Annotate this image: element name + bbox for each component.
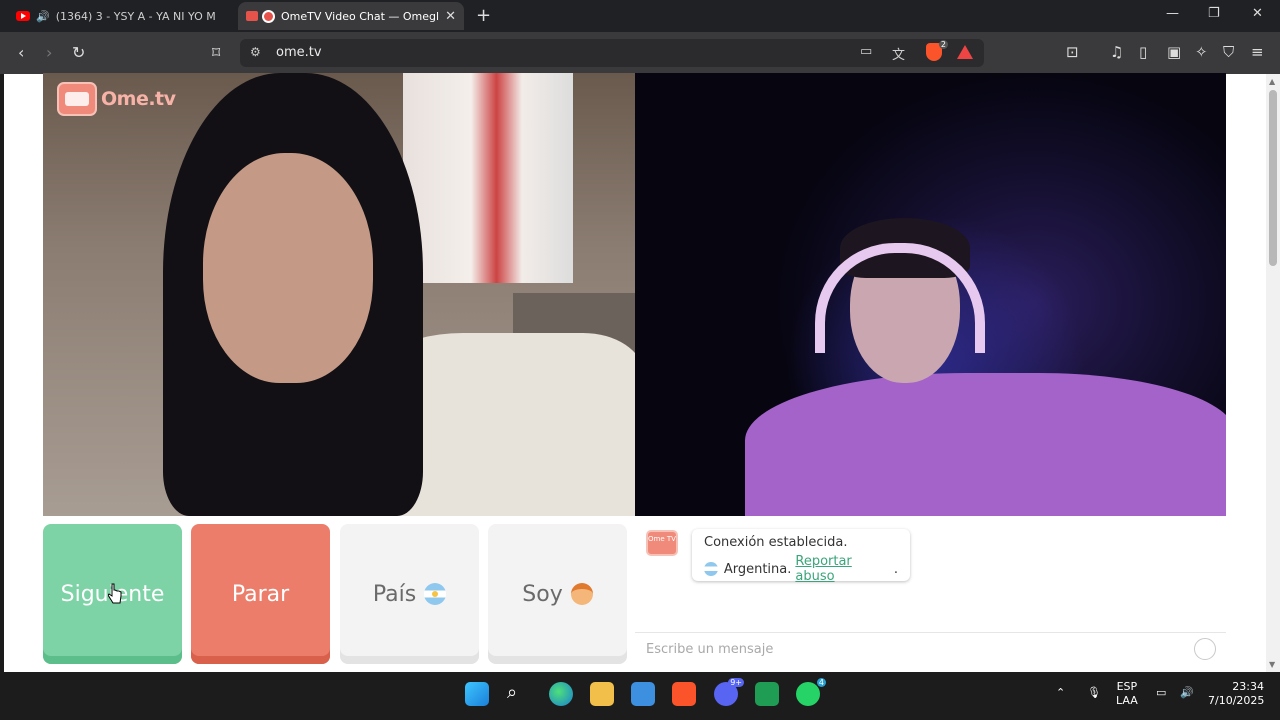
back-button[interactable]: ‹ [18, 43, 24, 62]
browser-tab-strip: 🔊 (1364) 3 - YSY A - YA NI YO ME E OmeTV… [0, 0, 1280, 32]
url-text[interactable]: ome.tv [276, 45, 322, 60]
boy-avatar-icon [570, 583, 593, 605]
scrollbar-thumb[interactable] [1269, 90, 1277, 266]
wallet-icon[interactable]: ▣ [1167, 43, 1181, 61]
argentina-flag-icon [704, 562, 718, 576]
youtube-icon [16, 11, 30, 21]
media-icon[interactable]: ♫ [1110, 43, 1123, 61]
ometv-favicon [246, 11, 258, 21]
gender-button-label: Soy [522, 581, 563, 607]
gender-button[interactable]: Soy [488, 524, 627, 664]
cast-icon[interactable]: ▭ [860, 44, 872, 59]
screenshot-icon[interactable]: ⊡ [1066, 43, 1079, 61]
message-placeholder: Escribe un mensaje [646, 642, 774, 657]
reload-button[interactable]: ↻ [72, 43, 85, 62]
report-abuse-link[interactable]: Reportar abuso [795, 554, 893, 584]
country-button-label: País [372, 581, 417, 607]
bookmark-icon[interactable]: ⌑ [212, 43, 220, 62]
start-icon[interactable] [465, 682, 489, 706]
new-tab-button[interactable]: + [476, 5, 491, 26]
connection-message: Conexión establecida. [704, 535, 848, 550]
close-window-button[interactable]: ✕ [1252, 6, 1263, 21]
country-text: Argentina. [723, 561, 792, 577]
android-icon[interactable] [755, 682, 779, 706]
tv-logo-icon [57, 82, 97, 116]
ometv-logo: Ome.tv [57, 82, 176, 116]
stop-button-label: Parar [231, 581, 290, 607]
sidebar-icon[interactable]: ▯ [1139, 43, 1147, 61]
tab-title: (1364) 3 - YSY A - YA NI YO ME E [55, 9, 216, 23]
navigation-bar: ‹ › ↻ ⌑ ⚙ ome.tv ▭ 文 2 ⊡ ♫ ▯ ▣ ✧ ⛉ ≡ [0, 32, 1280, 74]
menu-icon[interactable]: ≡ [1251, 43, 1264, 61]
edge-icon[interactable] [549, 682, 573, 706]
minimize-button[interactable]: — [1166, 6, 1179, 21]
windows-taskbar: ⌕ 9+ 4 ⌃ 🎙 ESP LAA ▭ 🔊 23:34 7/10/2025 [0, 672, 1280, 720]
address-bar[interactable]: ⚙ ome.tv ▭ 文 2 [240, 39, 984, 67]
mouse-cursor-icon [108, 583, 122, 604]
local-video [635, 73, 1226, 516]
language-indicator[interactable]: ESP LAA [1116, 680, 1138, 708]
speaker-icon[interactable]: 🔊 [36, 10, 50, 23]
site-settings-icon[interactable]: ⚙ [250, 45, 261, 59]
restore-button[interactable]: ❐ [1208, 6, 1220, 21]
leo-ai-icon[interactable]: ✧ [1195, 43, 1208, 61]
close-tab-icon[interactable]: ✕ [445, 9, 456, 24]
vpn-icon[interactable]: ⛉ [1223, 43, 1234, 61]
file-explorer-icon[interactable] [590, 682, 614, 706]
remote-video [43, 73, 635, 516]
translate-icon[interactable]: 文 [892, 44, 905, 63]
report-suffix: . [893, 561, 898, 577]
whatsapp-icon[interactable]: 4 [796, 678, 826, 706]
discord-icon[interactable]: 9+ [714, 678, 744, 706]
recording-icon [262, 9, 275, 23]
system-message: Conexión establecida. Argentina. Reporta… [692, 529, 910, 584]
emoji-icon[interactable] [1194, 638, 1216, 660]
tab-ometv[interactable]: OmeTV Video Chat — Omegl ✕ [238, 2, 464, 30]
chat-ometv-icon: Ome TV [646, 530, 678, 556]
tab-youtube[interactable]: 🔊 (1364) 3 - YSY A - YA NI YO ME E [8, 2, 233, 30]
tab-title: OmeTV Video Chat — Omegl [281, 9, 440, 23]
logo-text: Ome.tv [101, 88, 176, 110]
tray-chevron-icon[interactable]: ⌃ [1056, 686, 1065, 700]
search-icon[interactable]: ⌕ [507, 682, 531, 706]
brave-rewards-icon[interactable] [957, 45, 973, 59]
stop-button[interactable]: Parar [191, 524, 330, 664]
forward-button[interactable]: › [46, 43, 52, 62]
network-icon[interactable]: ▭ [1156, 686, 1166, 700]
argentina-flag-icon [424, 583, 447, 605]
store-icon[interactable] [631, 682, 655, 706]
microphone-icon[interactable]: 🎙 [1087, 686, 1101, 700]
message-input[interactable]: Escribe un mensaje [635, 632, 1226, 665]
brave-shields-icon[interactable]: 2 [926, 40, 948, 61]
country-button[interactable]: País [340, 524, 479, 664]
page-scrollbar[interactable]: ▲ ▼ [1266, 74, 1280, 672]
clock[interactable]: 23:34 7/10/2025 [1208, 680, 1264, 708]
brave-taskbar-icon[interactable] [672, 682, 696, 706]
volume-icon[interactable]: 🔊 [1180, 686, 1194, 700]
